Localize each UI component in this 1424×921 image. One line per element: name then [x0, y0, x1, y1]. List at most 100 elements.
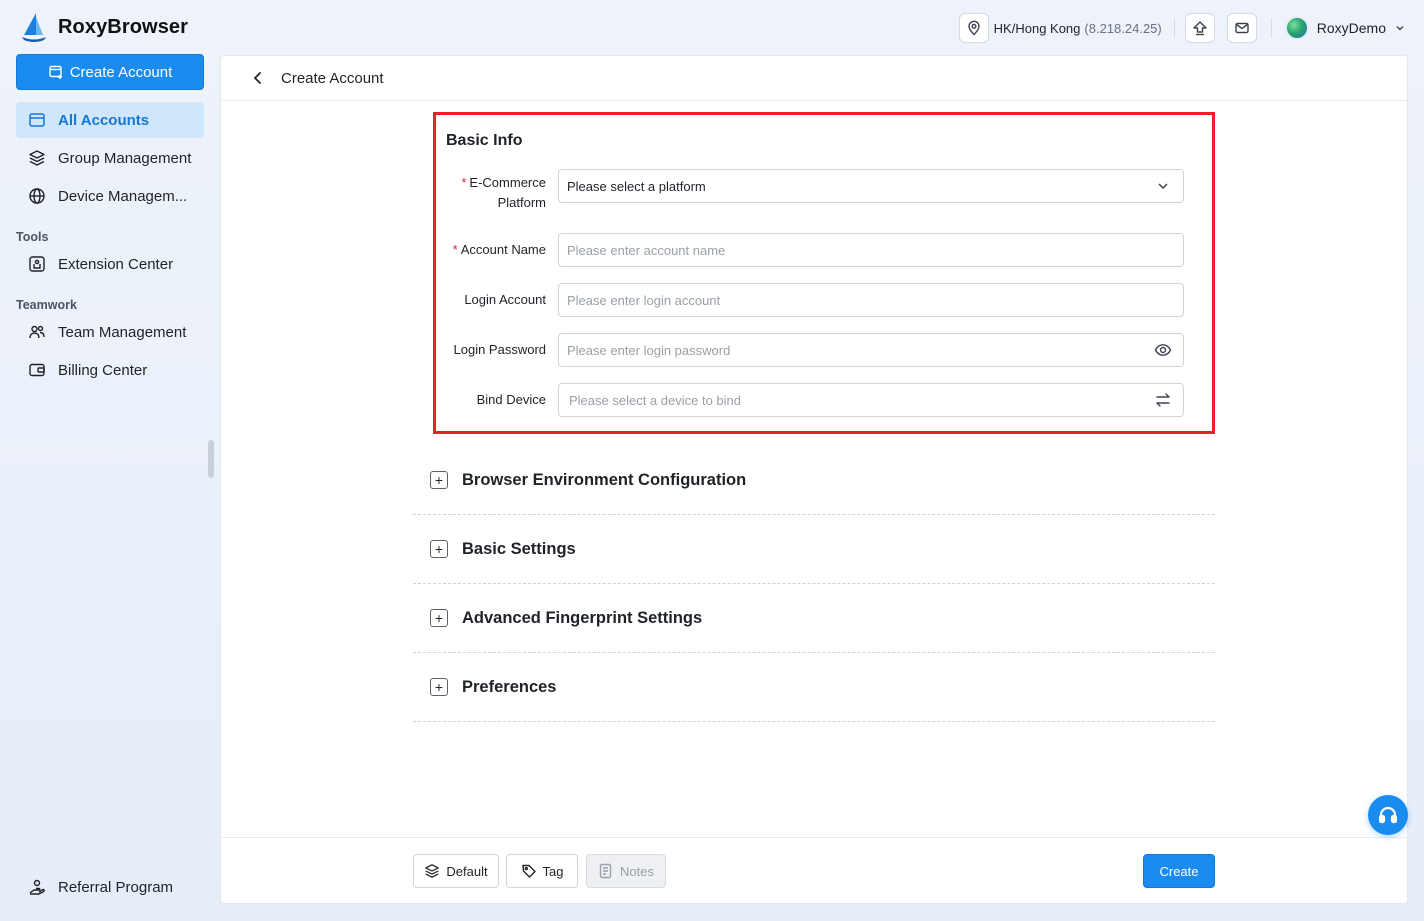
account-name-label: * Account Name [436, 240, 546, 260]
globe-icon [29, 188, 45, 204]
wallet-icon [29, 363, 45, 377]
basic-info-section: Basic Info * E-Commerce Platform Please s… [433, 112, 1215, 434]
chevron-down-icon [1158, 183, 1168, 190]
login-account-label: Login Account [464, 292, 546, 307]
app-logo: RoxyBrowser [19, 11, 188, 43]
accounts-icon [29, 113, 45, 127]
sidebar-item-referral-program[interactable]: Referral Program [16, 869, 204, 905]
sidebar-item-extension-center[interactable]: Extension Center [16, 246, 204, 282]
create-account-panel: Create Account Basic Info * E-Commerce Pl… [220, 55, 1408, 904]
required-mark: * [461, 175, 467, 190]
platform-label-line2: Platform [497, 195, 546, 210]
platform-label: * E-Commerce Platform [436, 173, 546, 213]
section-advanced-fingerprint[interactable]: + Advanced Fingerprint Settings [413, 584, 1215, 653]
layers-icon [425, 864, 440, 878]
sidebar-item-label: Billing Center [58, 361, 148, 379]
location-display: HK/Hong Kong (8.218.24.25) [994, 21, 1162, 36]
user-menu[interactable]: RoxyDemo [1284, 16, 1406, 40]
tag-button[interactable]: Tag [506, 854, 578, 888]
mail-icon [1235, 22, 1249, 34]
sidebar-item-label: Device Managem... [58, 187, 188, 205]
swap-icon[interactable] [1154, 391, 1172, 409]
default-button-label: Default [446, 863, 488, 879]
expand-plus-icon: + [430, 471, 448, 489]
section-basic-settings[interactable]: + Basic Settings [413, 515, 1215, 584]
section-title: Advanced Fingerprint Settings [462, 608, 703, 627]
location-pin-icon [967, 20, 980, 36]
top-bar-actions: HK/Hong Kong (8.218.24.25) RoxyDemo [958, 12, 1406, 44]
login-account-placeholder: Please enter login account [567, 292, 721, 308]
basic-info-title: Basic Info [446, 132, 523, 149]
sidebar-item-label: Group Management [58, 149, 192, 167]
location-button[interactable] [958, 13, 989, 43]
location-name: HK/Hong Kong [993, 20, 1081, 36]
login-password-label: Login Password [453, 342, 547, 357]
sail-logo-icon [22, 13, 46, 42]
section-browser-environment[interactable]: + Browser Environment Configuration [413, 446, 1215, 515]
expand-plus-icon: + [430, 678, 448, 696]
tag-button-label: Tag [542, 863, 564, 879]
notes-button[interactable]: Notes [586, 854, 666, 888]
upload-button[interactable] [1184, 13, 1215, 43]
location-ip: (8.218.24.25) [1084, 20, 1162, 36]
create-account-icon [49, 65, 62, 79]
teamwork-section-label: Teamwork [16, 298, 77, 312]
create-button[interactable]: Create [1143, 854, 1215, 888]
form-footer: Default Tag Notes Create [221, 837, 1407, 904]
expand-plus-icon: + [430, 540, 448, 558]
page-header: Create Account [221, 56, 1407, 101]
referral-icon [29, 879, 45, 895]
page-title: Create Account [281, 69, 384, 87]
divider [1270, 18, 1272, 38]
platform-select[interactable]: Please select a platform [558, 169, 1184, 203]
chevron-down-icon [1396, 26, 1404, 31]
app-name: RoxyBrowser [58, 15, 189, 38]
extension-icon [29, 256, 45, 272]
sidebar-scrollbar[interactable] [208, 440, 214, 478]
account-name-input[interactable]: Please enter account name [558, 233, 1184, 267]
sidebar-item-label: Extension Center [58, 255, 174, 273]
headset-icon [1378, 806, 1398, 824]
messages-button[interactable] [1226, 13, 1257, 43]
bind-device-placeholder: Please select a device to bind [569, 392, 741, 408]
account-name-label-text: Account Name [460, 242, 546, 257]
sidebar-item-group-management[interactable]: Group Management [16, 140, 204, 176]
layers-icon [29, 150, 45, 166]
platform-label-line1: E-Commerce [469, 175, 546, 190]
sidebar-item-device-management[interactable]: Device Managem... [16, 178, 204, 214]
sidebar-item-label: Team Management [58, 323, 187, 341]
platform-select-value: Please select a platform [567, 178, 706, 194]
avatar [1284, 16, 1309, 40]
upload-icon [1193, 21, 1207, 36]
login-password-placeholder: Please enter login password [567, 342, 731, 358]
required-mark: * [452, 242, 458, 257]
sidebar-item-label: Referral Program [58, 878, 174, 896]
expand-plus-icon: + [430, 609, 448, 627]
divider [1173, 18, 1175, 38]
create-account-label: Create Account [69, 63, 173, 81]
eye-icon[interactable] [1154, 341, 1172, 359]
sidebar-item-billing-center[interactable]: Billing Center [16, 352, 204, 388]
back-arrow-icon[interactable] [251, 71, 265, 85]
notes-button-label: Notes [620, 863, 654, 879]
section-preferences[interactable]: + Preferences [413, 653, 1215, 722]
login-account-input[interactable]: Please enter login account [558, 283, 1184, 317]
default-button[interactable]: Default [413, 854, 499, 888]
team-icon [29, 325, 45, 339]
bind-device-select[interactable]: Please select a device to bind [558, 383, 1184, 417]
user-name: RoxyDemo [1316, 20, 1386, 36]
account-name-placeholder: Please enter account name [567, 242, 726, 258]
login-password-input[interactable]: Please enter login password [558, 333, 1184, 367]
tools-section-label: Tools [16, 230, 49, 244]
section-title: Basic Settings [462, 539, 576, 558]
sidebar-item-label: All Accounts [58, 111, 150, 129]
notes-icon [599, 863, 612, 879]
support-button[interactable] [1368, 795, 1408, 835]
tag-icon [521, 864, 536, 878]
sidebar-item-all-accounts[interactable]: All Accounts [16, 102, 204, 138]
create-account-button[interactable]: Create Account [16, 54, 204, 90]
sidebar-item-team-management[interactable]: Team Management [16, 314, 204, 350]
bind-device-label: Bind Device [476, 392, 546, 407]
section-title: Preferences [462, 677, 557, 696]
section-title: Browser Environment Configuration [462, 470, 747, 489]
